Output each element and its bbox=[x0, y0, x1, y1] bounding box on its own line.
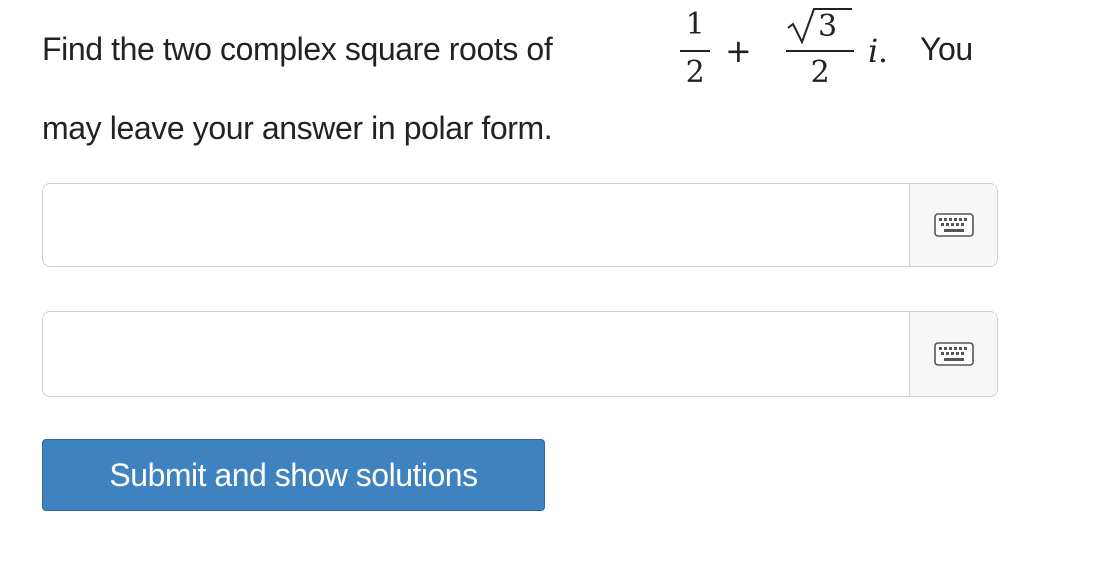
answer-input-2[interactable] bbox=[43, 312, 911, 396]
question-line-1: Find the two complex square roots of bbox=[42, 31, 553, 68]
question-intro: Find the two complex square roots of bbox=[42, 31, 553, 67]
math-keyboard-button-1[interactable] bbox=[909, 184, 997, 266]
imaginary-unit-period: . bbox=[877, 32, 888, 70]
radicand: 3 bbox=[818, 9, 837, 44]
fraction-imag-denominator: 2 bbox=[810, 55, 830, 90]
answer-field-2 bbox=[42, 311, 998, 397]
math-keyboard-button-2[interactable] bbox=[909, 312, 997, 396]
imaginary-unit-letter: i bbox=[868, 32, 878, 70]
fraction-bar bbox=[680, 50, 710, 52]
keyboard-icon bbox=[933, 342, 974, 366]
imaginary-unit: i. bbox=[868, 32, 888, 70]
plus-operator: + bbox=[725, 32, 752, 70]
keyboard-icon bbox=[933, 213, 974, 237]
submit-button[interactable]: Submit and show solutions bbox=[42, 439, 545, 511]
question-continuation: You bbox=[920, 31, 973, 67]
fraction-real: 1 2 bbox=[680, 10, 710, 90]
question-line-2: may leave your answer in polar form. bbox=[42, 110, 553, 146]
answer-input-1[interactable] bbox=[43, 184, 911, 266]
fraction-bar bbox=[786, 50, 854, 52]
fraction-imag: 3 2 bbox=[786, 8, 854, 90]
fraction-real-denominator: 2 bbox=[685, 55, 705, 90]
fraction-real-numerator: 1 bbox=[685, 7, 705, 42]
answer-field-1 bbox=[42, 183, 998, 267]
